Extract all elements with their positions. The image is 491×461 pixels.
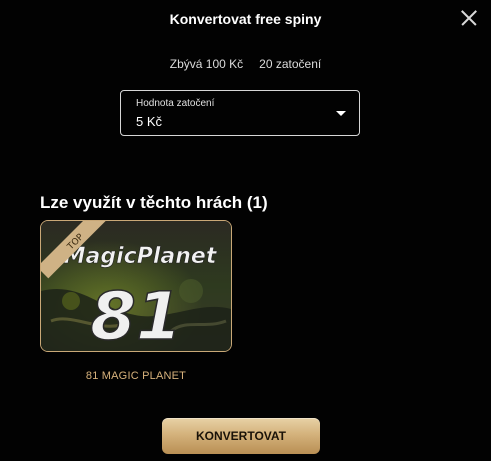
game-name[interactable]: 81 MAGIC PLANET (40, 370, 232, 382)
spin-value-select[interactable]: Hodnota zatočení 5 Kč (120, 90, 360, 136)
close-icon[interactable] (459, 8, 479, 28)
spin-value-selected: 5 Kč (136, 114, 163, 129)
spin-count: 20 zatočení (259, 57, 322, 71)
modal-title: Konvertovat free spiny (169, 11, 322, 27)
game-card-81-magic-planet[interactable]: MagicPlanet 81 TOP (40, 220, 232, 352)
games-section-title: Lze využít v těchto hrách (1) (40, 193, 268, 212)
chevron-down-icon (336, 111, 346, 116)
spin-summary: Zbývá 100 Kč 20 zatočení (0, 56, 491, 72)
spin-value-label: Hodnota zatočení (136, 98, 215, 109)
convert-button[interactable]: KONVERTOVAT (162, 418, 320, 454)
game-logo-text: MagicPlanet (64, 244, 218, 269)
game-thumbnail: MagicPlanet 81 TOP (41, 221, 231, 351)
convert-spins-modal: Konvertovat free spiny Zbývá 100 Kč 20 za… (0, 0, 491, 461)
remaining-amount: Zbývá 100 Kč (169, 57, 244, 71)
game-number: 81 (90, 278, 182, 351)
